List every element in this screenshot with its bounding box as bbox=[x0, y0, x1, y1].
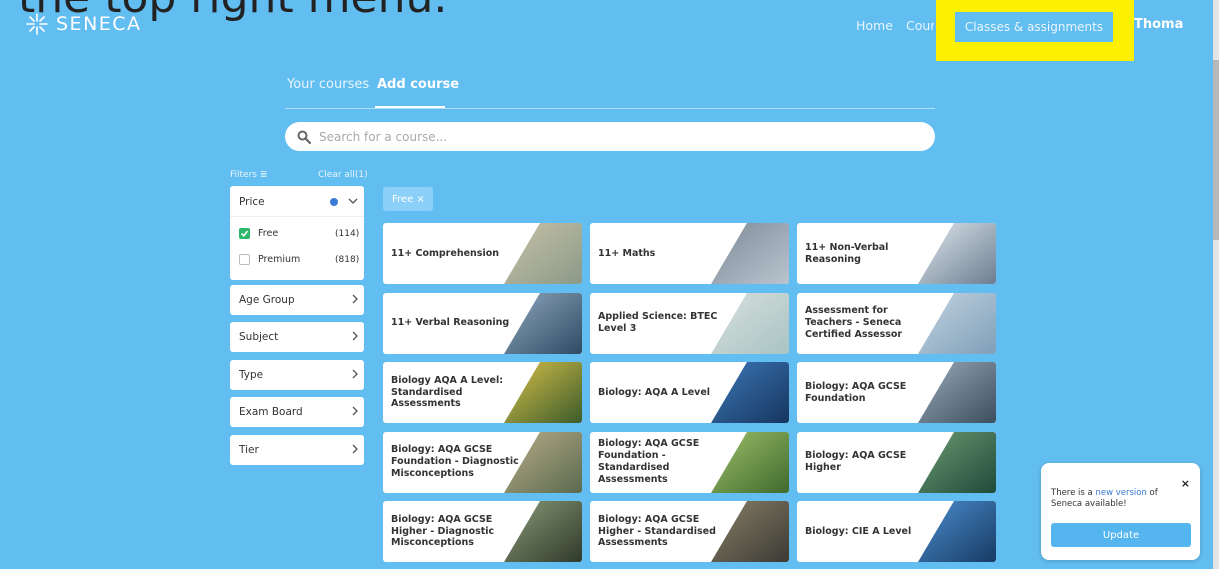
price-option-count: (114) bbox=[335, 229, 360, 239]
checkbox-unchecked-icon[interactable] bbox=[239, 254, 250, 265]
course-thumbnail-image bbox=[504, 431, 582, 493]
course-thumbnail-image bbox=[918, 501, 996, 562]
course-card[interactable]: Biology: CIE A Level bbox=[797, 501, 996, 562]
price-option-label: Premium bbox=[258, 254, 301, 265]
price-option-label: Free bbox=[258, 228, 279, 239]
filter-age-group[interactable]: Age Group bbox=[230, 285, 364, 315]
chevron-right-icon bbox=[352, 294, 358, 304]
course-card[interactable]: 11+ Comprehension bbox=[383, 223, 582, 284]
close-icon[interactable]: × bbox=[1181, 477, 1190, 490]
scrollbar[interactable] bbox=[1213, 0, 1219, 569]
filter-subject[interactable]: Subject bbox=[230, 322, 364, 352]
price-option-count: (818) bbox=[335, 255, 360, 265]
course-title: Biology: AQA GCSE Higher - Standardised … bbox=[598, 513, 716, 549]
price-option-free[interactable]: Free bbox=[239, 228, 278, 239]
tab-add-course[interactable]: Add course bbox=[377, 77, 459, 92]
nav-classes-link[interactable]: Classes & assignments bbox=[955, 12, 1113, 42]
new-version-link[interactable]: new version bbox=[1095, 488, 1146, 498]
course-title: 11+ Comprehension bbox=[391, 247, 499, 259]
filter-tier[interactable]: Tier bbox=[230, 435, 364, 465]
checkbox-checked-icon[interactable] bbox=[239, 228, 250, 239]
chevron-right-icon bbox=[352, 444, 358, 454]
filter-label: Age Group bbox=[239, 294, 295, 306]
tab-your-courses[interactable]: Your courses bbox=[287, 77, 369, 92]
course-thumbnail-image bbox=[918, 292, 996, 354]
course-title: Assessment for Teachers - Seneca Certifi… bbox=[805, 305, 903, 340]
filter-label: Exam Board bbox=[239, 406, 303, 418]
scrollbar-thumb[interactable] bbox=[1213, 60, 1219, 240]
course-thumbnail-image bbox=[711, 431, 789, 493]
course-thumbnail-image bbox=[504, 292, 582, 354]
filter-label: Tier bbox=[239, 444, 259, 456]
chevron-right-icon bbox=[352, 406, 358, 416]
course-thumbnail-image bbox=[504, 501, 582, 562]
course-tabs: Your courses Add course bbox=[285, 70, 935, 109]
course-card[interactable]: Biology: AQA GCSE Higher - Standardised … bbox=[590, 501, 789, 562]
caption-text: the top right menu. bbox=[18, 0, 447, 23]
course-title: Biology: AQA GCSE Foundation bbox=[805, 380, 907, 404]
course-title: 11+ Non-Verbal Reasoning bbox=[805, 241, 889, 265]
course-title: Biology: AQA GCSE Foundation - Diagnosti… bbox=[391, 444, 519, 479]
search-input[interactable] bbox=[317, 128, 901, 145]
course-card[interactable]: Assessment for Teachers - Seneca Certifi… bbox=[797, 292, 996, 354]
course-thumbnail-image bbox=[918, 362, 996, 423]
course-title: Biology: AQA GCSE Higher bbox=[805, 450, 907, 473]
course-title: Biology: AQA A Level bbox=[598, 386, 711, 398]
course-thumbnail-image bbox=[711, 362, 789, 423]
course-card[interactable]: Biology: AQA GCSE Foundation bbox=[797, 362, 996, 423]
course-title: 11+ Maths bbox=[598, 247, 656, 259]
course-thumbnail-image bbox=[711, 292, 789, 354]
price-option-premium[interactable]: Premium bbox=[239, 254, 300, 265]
nav-courses-link[interactable]: Courses bbox=[906, 18, 934, 33]
course-card[interactable]: 11+ Maths bbox=[590, 223, 789, 284]
filter-exam-board[interactable]: Exam Board bbox=[230, 397, 364, 427]
nav-home-link[interactable]: Home bbox=[856, 18, 893, 33]
course-thumbnail-image bbox=[504, 362, 582, 423]
update-button[interactable]: Update bbox=[1051, 523, 1191, 547]
chevron-right-icon bbox=[352, 369, 358, 379]
course-card[interactable]: Biology: AQA GCSE Higher - Diagnostic Mi… bbox=[383, 501, 582, 562]
course-card[interactable]: Biology: AQA GCSE Foundation - Standardi… bbox=[590, 431, 789, 493]
course-card[interactable]: Applied Science: BTEC Level 3 bbox=[590, 292, 789, 354]
divider bbox=[230, 216, 364, 217]
chevron-down-icon[interactable] bbox=[347, 195, 359, 207]
chevron-right-icon bbox=[352, 331, 358, 341]
user-menu[interactable]: Thomas ▾ bbox=[1134, 17, 1184, 32]
search-bar[interactable] bbox=[285, 122, 935, 151]
course-title: Applied Science: BTEC Level 3 bbox=[598, 311, 718, 334]
course-card[interactable]: 11+ Verbal Reasoning bbox=[383, 292, 582, 354]
filter-label: Type bbox=[239, 369, 264, 381]
toast-message: There is a new version of Seneca availab… bbox=[1051, 488, 1181, 510]
active-filter-dot bbox=[330, 198, 338, 206]
course-title: Biology: CIE A Level bbox=[805, 525, 912, 537]
course-title: Biology: AQA GCSE Foundation - Standardi… bbox=[598, 438, 700, 485]
course-card[interactable]: Biology: AQA GCSE Higher bbox=[797, 431, 996, 493]
search-icon bbox=[297, 130, 311, 144]
filter-type[interactable]: Type bbox=[230, 360, 364, 390]
course-title: 11+ Verbal Reasoning bbox=[391, 317, 510, 329]
active-filter-chip[interactable]: Free × bbox=[383, 187, 433, 211]
course-card[interactable]: 11+ Non-Verbal Reasoning bbox=[797, 223, 996, 284]
filter-label: Subject bbox=[239, 331, 279, 343]
active-tab-underline bbox=[375, 106, 445, 108]
course-thumbnail-image bbox=[711, 501, 789, 562]
update-toast: × There is a new version of Seneca avail… bbox=[1041, 463, 1200, 560]
course-thumbnail-image bbox=[711, 223, 789, 284]
course-thumbnail-image bbox=[918, 223, 996, 284]
toast-text: There is a bbox=[1051, 488, 1096, 498]
clear-all-link[interactable]: Clear all(1) bbox=[318, 170, 368, 180]
course-title: Biology: AQA GCSE Higher - Diagnostic Mi… bbox=[391, 513, 495, 549]
course-card[interactable]: Biology: AQA A Level bbox=[590, 362, 789, 423]
course-card[interactable]: Biology: AQA GCSE Foundation - Diagnosti… bbox=[383, 431, 582, 493]
course-thumbnail-image bbox=[918, 431, 996, 493]
course-card[interactable]: Biology AQA A Level: Standardised Assess… bbox=[383, 362, 582, 423]
price-filter-label[interactable]: Price bbox=[239, 196, 265, 208]
filters-label: Filters ≣ bbox=[230, 170, 268, 180]
course-thumbnail-image bbox=[504, 223, 582, 284]
course-title: Biology AQA A Level: Standardised Assess… bbox=[391, 374, 504, 410]
price-filter: Price Free (114) Premium (818) bbox=[230, 186, 364, 280]
